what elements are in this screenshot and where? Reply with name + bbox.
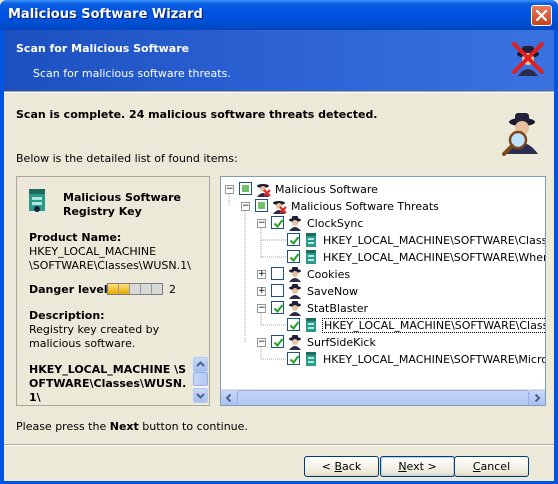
scan-status: Scan is complete. 24 malicious software … [16,108,378,121]
found-items-label: Below is the detailed list of found item… [16,152,238,165]
banner-subtitle: Scan for malicious software threats. [33,67,231,80]
spy-x-icon [271,198,287,214]
hint-next-bold: Next [109,420,139,433]
collapse-icon[interactable]: − [257,219,266,228]
tree-node-label: Malicious Software [275,183,378,196]
registry-key-icon [29,189,45,212]
danger-segment [130,284,141,294]
spy-icon [287,334,303,350]
tree-node-checkbox[interactable] [271,267,284,280]
tree-node-checkbox[interactable] [271,301,284,314]
registry-icon [303,249,319,265]
danger-segment [119,284,130,294]
chevron-right-icon [534,393,541,403]
banner-title: Scan for Malicious Software [16,42,190,55]
registry-icon [303,351,319,367]
window-title: Malicious Software Wizard [8,7,203,22]
cancel-button[interactable]: Cancel [454,456,529,477]
details-panel: Malicious Software Registry Key Product … [16,176,210,406]
next-mnemonic: N [398,460,407,473]
scroll-down-button[interactable] [193,388,208,403]
collapse-icon[interactable]: − [257,304,266,313]
chevron-left-icon [225,393,232,403]
threat-tree[interactable]: − Malicious Software − Malicious Software T… [220,176,546,406]
tree-node-checkbox[interactable] [287,352,300,365]
details-heading: Malicious Software Registry Key [63,191,181,218]
tree-node-checkbox[interactable] [271,216,284,229]
details-scrollbar[interactable] [193,357,208,403]
chevron-down-icon [196,393,205,399]
scroll-thumb[interactable] [193,372,208,386]
tree-node-checkbox[interactable] [287,318,300,331]
tree-node-checkbox[interactable] [271,335,284,348]
expand-icon[interactable]: + [257,287,266,296]
spy-icon [287,300,303,316]
wizard-window: Malicious Software Wizard Scan for Malic… [0,0,558,484]
tree-node-checkbox[interactable] [287,250,300,263]
collapse-icon[interactable]: − [241,202,250,211]
tree-node-label: HKEY_LOCAL_MACHINE\SOFTWARE\Microsof [323,353,546,366]
spy-icon [287,266,303,282]
tree-node-label: ClockSync [307,217,364,230]
close-button[interactable] [531,5,552,26]
registry-icon [303,317,319,333]
tree-node-label: HKEY_LOCAL_MACHINE\SOFTWARE\WhenU\ [323,251,546,264]
description-label: Description: [29,309,105,322]
collapse-icon[interactable]: − [225,185,234,194]
chevron-up-icon [196,361,205,367]
next-button[interactable]: Next > [380,456,455,477]
registry-key-text: HKEY_LOCAL_MACHINE \SOFTWARE\Classes\WUS… [29,363,187,404]
tree-node-checkbox[interactable] [255,199,268,212]
danger-segment [152,284,162,294]
frame-right [554,30,558,484]
spy-icon [287,215,303,231]
spy-blocked-icon [512,42,544,76]
back-mnemonic: B [334,460,343,473]
tree-node-label: HKEY_LOCAL_MACHINE\SOFTWARE\Classes\ [323,234,546,247]
tree-node-label: Malicious Software Threats [291,200,439,213]
back-prefix: < [321,460,335,473]
hint-text-before: Please press the [16,420,110,433]
spy-icon [287,283,303,299]
registry-icon [303,232,319,248]
banner-divider [4,91,554,93]
tree-node-label: SurfSideKick [307,336,376,349]
next-rest: ext > [406,460,437,473]
product-name-value: HKEY_LOCAL_MACHINE \SOFTWARE\Classes\WUS… [29,245,191,272]
danger-level-bar [107,283,163,295]
description-value: Registry key created by malicious softwa… [29,323,160,350]
danger-level-label: Danger level: [29,283,113,296]
horizontal-scroll-thumb[interactable] [237,390,529,405]
cancel-mnemonic: C [472,460,481,473]
danger-segment [141,284,152,294]
danger-segment [108,284,119,294]
back-rest: ack [342,460,362,473]
spy-magnifier-icon [502,113,538,156]
tree-node-checkbox[interactable] [287,233,300,246]
spy-x-icon [255,181,271,197]
danger-level-value: 2 [169,283,176,296]
close-icon [536,10,547,21]
title-bar[interactable]: Malicious Software Wizard [0,0,558,30]
product-name-label: Product Name: [29,231,122,244]
header-banner: Scan for Malicious Software Scan for mal… [4,30,554,91]
hint-text-after: button to continue. [138,420,248,433]
back-button[interactable]: < Back [304,456,379,477]
scroll-left-button[interactable] [221,390,237,405]
expand-icon[interactable]: + [257,270,266,279]
cancel-rest: ancel [480,460,511,473]
tree-node-label: HKEY_LOCAL_MACHINE\SOFTWARE\Classes\ [322,318,545,333]
tree-node-checkbox[interactable] [239,182,252,195]
collapse-icon[interactable]: − [257,338,266,347]
scroll-up-button[interactable] [193,357,208,372]
wizard-client: Scan for Malicious Software Scan for mal… [4,30,554,481]
tree-node-label: Cookies [307,268,351,281]
tree-node-label: SaveNow [307,285,358,298]
scroll-right-button[interactable] [529,390,545,405]
tree-node-checkbox[interactable] [271,284,284,297]
continue-hint: Please press the Next button to continue… [16,420,248,433]
tree-node-label: StatBlaster [307,302,369,315]
footer-separator [4,444,554,446]
tree-horizontal-scrollbar[interactable] [221,389,545,405]
